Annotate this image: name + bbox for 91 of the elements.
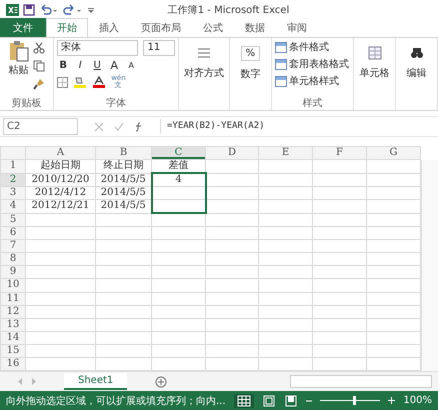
align-lines-icon: [196, 46, 212, 60]
normal-view-icon[interactable]: [234, 394, 254, 408]
row-header[interactable]: 6: [0, 226, 26, 240]
table-cell: 终止日期: [96, 160, 152, 174]
horizontal-scrollbar[interactable]: [290, 375, 432, 388]
add-sheet-icon[interactable]: [155, 376, 168, 388]
styles-menu-button[interactable]: 条件格式: [274, 40, 349, 54]
table-cell: 2010/12/20: [26, 173, 96, 187]
row-header[interactable]: 5: [0, 213, 26, 227]
column-header[interactable]: G: [366, 146, 420, 160]
customize-caret-icon[interactable]: [87, 5, 95, 15]
row-header[interactable]: 9: [0, 266, 26, 279]
ribbon-tab[interactable]: 审阅: [276, 18, 318, 37]
styles-menu-button[interactable]: 单元格样式: [274, 74, 349, 88]
column-header[interactable]: C: [152, 146, 206, 160]
column-header[interactable]: B: [96, 146, 152, 160]
page-break-icon[interactable]: [284, 394, 298, 408]
table-cell: 2012/12/21: [26, 200, 96, 214]
copy-icon[interactable]: [32, 60, 45, 72]
row-header[interactable]: 10: [0, 278, 26, 292]
function-icon[interactable]: [134, 122, 144, 132]
table-style-icon: [274, 58, 287, 70]
grow-font-button[interactable]: A: [108, 59, 120, 72]
ribbon-tab[interactable]: 公式: [192, 18, 234, 37]
redo-icon[interactable]: [63, 4, 83, 16]
excel-logo-icon: [6, 4, 19, 16]
table-cell: 起始日期: [26, 160, 96, 174]
fill-color-icon[interactable]: [73, 76, 88, 88]
row-header[interactable]: 11: [0, 292, 26, 306]
column-header[interactable]: E: [258, 146, 312, 160]
vertical-scrollbar[interactable]: [421, 160, 438, 371]
italic-button[interactable]: I: [74, 60, 86, 71]
underline-button[interactable]: U: [91, 60, 104, 71]
table-cell: 4: [152, 173, 206, 187]
clipboard-icon: [8, 40, 29, 62]
column-header[interactable]: A: [26, 146, 96, 160]
window-title: 工作簿1 - Microsoft Excel: [166, 4, 290, 17]
cells-grid-icon: [368, 46, 382, 60]
column-header[interactable]: F: [312, 146, 366, 160]
font-name-dropdown[interactable]: 宋体: [57, 40, 138, 56]
save-icon[interactable]: [23, 4, 35, 16]
table-style-icon: [274, 76, 287, 86]
row-header[interactable]: 2: [0, 173, 26, 187]
check-icon[interactable]: [114, 122, 124, 132]
sheet-tab[interactable]: Sheet1: [64, 373, 128, 390]
table-cell: 2014/5/5: [96, 200, 152, 214]
ribbon-tab[interactable]: 页面布局: [130, 18, 192, 37]
row-header[interactable]: 4: [0, 200, 26, 214]
row-header[interactable]: 7: [0, 240, 26, 253]
font-size-dropdown[interactable]: 11: [143, 40, 176, 56]
styles-menu-button[interactable]: 套用表格格式: [274, 57, 349, 71]
ribbon-tab[interactable]: 插入: [88, 18, 130, 37]
zoom-out-icon[interactable]: [306, 398, 312, 404]
binoculars-icon: [410, 46, 424, 60]
cells-button[interactable]: 单元格: [360, 40, 390, 80]
column-header[interactable]: D: [206, 146, 258, 160]
scissors-icon[interactable]: [32, 42, 45, 54]
brush-icon[interactable]: [32, 78, 45, 90]
table-cell: 2014/5/5: [96, 173, 152, 187]
name-box[interactable]: C2: [3, 118, 78, 135]
zoom-percentage: 100%: [403, 395, 432, 406]
row-header[interactable]: 12: [0, 305, 26, 318]
ribbon-tab[interactable]: 开始: [46, 18, 88, 37]
table-style-icon: [274, 42, 287, 52]
font-color-icon[interactable]: [92, 76, 106, 88]
table-cell: 2012/4/12: [26, 186, 96, 200]
row-header[interactable]: 13: [0, 318, 26, 332]
ribbon-tab[interactable]: 数据: [234, 18, 276, 37]
page-layout-icon[interactable]: [262, 394, 276, 408]
ribbon-tab[interactable]: 文件: [0, 18, 46, 37]
number-format-button[interactable]: % 数字: [240, 40, 260, 81]
status-message: 向外拖动选定区域，可以扩展或填充序列；向内...: [6, 394, 226, 408]
border-icon[interactable]: [57, 76, 68, 88]
undo-icon[interactable]: [39, 4, 59, 16]
row-header[interactable]: 14: [0, 331, 26, 344]
paste-button[interactable]: 粘贴: [8, 40, 29, 96]
row-header[interactable]: 1: [0, 160, 26, 174]
alignment-button[interactable]: 对齐方式: [184, 40, 224, 80]
zoom-in-icon[interactable]: [388, 397, 396, 404]
row-header[interactable]: 15: [0, 344, 26, 358]
row-header[interactable]: 16: [0, 357, 26, 370]
formula-field[interactable]: =YEAR(B2)-YEAR(A2): [160, 119, 435, 134]
table-cell: 2014/5/5: [96, 186, 152, 200]
group-label: 剪贴板: [12, 96, 42, 110]
group-label: 样式: [302, 96, 322, 110]
editing-button[interactable]: 编辑: [406, 40, 427, 80]
bold-button[interactable]: B: [57, 60, 70, 71]
group-label: 字体: [106, 96, 126, 110]
row-header[interactable]: 3: [0, 186, 26, 200]
shrink-font-button[interactable]: A: [125, 61, 138, 70]
row-header[interactable]: 8: [0, 252, 26, 266]
